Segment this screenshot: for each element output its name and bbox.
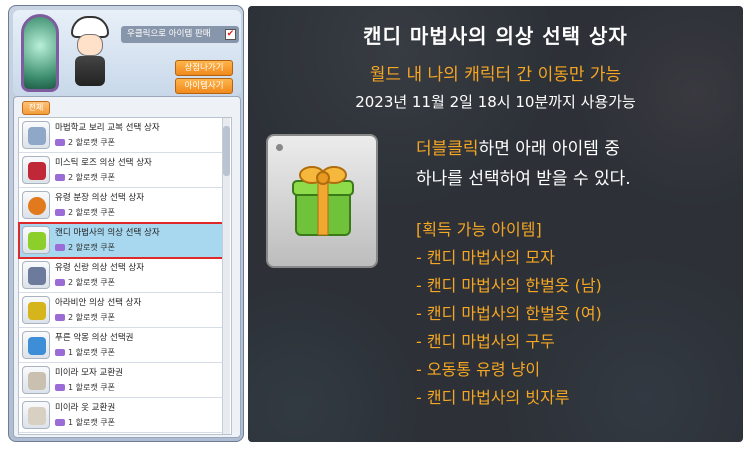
tooltip-title: 캔디 마법사의 의상 선택 상자 xyxy=(363,24,628,48)
item-tooltip: 캔디 마법사의 의상 선택 상자 월드 내 나의 캐릭터 간 이동만 가능 20… xyxy=(248,6,743,442)
coupon-icon xyxy=(55,279,65,286)
coupon-icon xyxy=(55,174,65,181)
ticket-icon xyxy=(22,331,50,359)
list-item[interactable]: 푸른 악몽 의상 선택권 1 할로캣 쿠폰 xyxy=(19,328,223,363)
coupon-icon xyxy=(55,244,65,251)
coupon-icon xyxy=(55,419,65,426)
tooltip-list-item: - 오동통 유령 냥이 xyxy=(416,360,541,379)
list-item[interactable]: 유령 신랑 의상 선택 상자 2 할로캣 쿠폰 xyxy=(19,258,223,293)
gift-box-icon xyxy=(22,226,50,254)
item-price: 1 할로캣 쿠폰 xyxy=(55,417,115,428)
list-item[interactable]: 유령 분장 의상 선택 상자 2 할로캣 쿠폰 xyxy=(19,188,223,223)
tooltip-expiry: 2023년 11월 2일 18시 10분까지 사용가능 xyxy=(355,93,636,111)
right-click-sell-checkbox[interactable]: ✔ xyxy=(225,29,236,40)
gift-box-icon xyxy=(292,166,354,236)
box-icon xyxy=(22,156,50,184)
tooltip-list-item: - 캔디 마법사의 모자 xyxy=(416,248,555,267)
list-item[interactable]: 아라비안 의상 선택 상자 2 할로캣 쿠폰 xyxy=(19,293,223,328)
shop-window: 우클릭으로 아이템 판매 ✔ 상점나가기 아이템사기 전체 마법학교 보리 교복… xyxy=(8,5,244,442)
ticket-icon xyxy=(22,366,50,394)
tooltip-trade-restriction: 월드 내 나의 캐릭터 간 이동만 가능 xyxy=(369,65,622,85)
item-name: 아라비안 의상 선택 상자 xyxy=(55,298,142,308)
item-name: 미이라 옷 교환권 xyxy=(55,403,116,413)
right-click-sell-option[interactable]: 우클릭으로 아이템 판매 ✔ xyxy=(121,26,239,43)
item-name: 미스틱 로즈 의상 선택 상자 xyxy=(55,158,152,168)
item-name: 미이라 모자 교환권 xyxy=(55,368,123,378)
tooltip-list-item: - 캔디 마법사의 빗자루 xyxy=(416,388,570,407)
item-price: 2 할로캣 쿠폰 xyxy=(55,277,115,288)
scroll-thumb[interactable] xyxy=(223,126,230,176)
tooltip-desc-line2: 하나를 선택하여 받을 수 있다. xyxy=(416,169,631,189)
box-icon xyxy=(22,261,50,289)
tooltip-list-item: - 캔디 마법사의 한벌옷 (여) xyxy=(416,304,602,323)
list-item[interactable]: 미이라 모자 교환권 1 할로캣 쿠폰 xyxy=(19,363,223,398)
character-preview: 우클릭으로 아이템 판매 ✔ 상점나가기 아이템사기 xyxy=(13,10,241,96)
coupon-icon xyxy=(55,349,65,356)
ticket-icon xyxy=(22,401,50,429)
tooltip-list-item: - 캔디 마법사의 한벌옷 (남) xyxy=(416,276,602,295)
list-item[interactable]: 미이라 옷 교환권 1 할로캣 쿠폰 xyxy=(19,398,223,433)
shop-item-list: 마법학교 보리 교복 선택 상자 2 할로캣 쿠폰 미스틱 로즈 의상 선택 상… xyxy=(18,117,232,435)
item-name: 푸른 악몽 의상 선택권 xyxy=(55,333,134,343)
item-name: 마법학교 보리 교복 선택 상자 xyxy=(55,123,160,133)
avatar xyxy=(67,16,113,88)
item-price: 2 할로캣 쿠폰 xyxy=(55,312,115,323)
shop-item-panel: 전체 마법학교 보리 교복 선택 상자 2 할로캣 쿠폰 미스틱 로즈 의상 선… xyxy=(13,96,241,438)
list-item[interactable]: 마법학교 보리 교복 선택 상자 2 할로캣 쿠폰 xyxy=(19,118,223,153)
list-item-selected[interactable]: 캔디 마법사의 의상 선택 상자 2 할로캣 쿠폰 xyxy=(18,222,224,259)
coupon-icon xyxy=(55,209,65,216)
item-price: 1 할로캣 쿠폰 xyxy=(55,382,115,393)
tooltip-item-icon xyxy=(266,134,378,268)
tooltip-list-item: - 캔디 마법사의 구두 xyxy=(416,332,555,351)
item-name: 유령 분장 의상 선택 상자 xyxy=(55,193,145,203)
tab-all[interactable]: 전체 xyxy=(22,101,50,115)
exit-shop-button[interactable]: 상점나가기 xyxy=(175,60,233,76)
box-icon xyxy=(22,121,50,149)
item-price: 2 할로캣 쿠폰 xyxy=(55,172,115,183)
item-name: 캔디 마법사의 의상 선택 상자 xyxy=(55,228,160,238)
item-tooltip-area: 캔디 마법사의 의상 선택 상자 월드 내 나의 캐릭터 간 이동만 가능 20… xyxy=(248,6,743,442)
coupon-icon xyxy=(55,314,65,321)
tooltip-list-header: [획득 가능 아이템] xyxy=(416,220,542,239)
item-name: 유령 신랑 의상 선택 상자 xyxy=(55,263,145,273)
coupon-icon xyxy=(55,139,65,146)
box-icon xyxy=(22,296,50,324)
list-scrollbar[interactable] xyxy=(222,118,230,434)
box-icon xyxy=(22,191,50,219)
item-price: 2 할로캣 쿠폰 xyxy=(55,242,115,253)
tooltip-desc-line1: 더블클릭하면 아래 아이템 중 xyxy=(416,139,620,159)
mirror-icon xyxy=(21,14,59,92)
coupon-icon xyxy=(55,384,65,391)
item-price: 1 할로캣 쿠폰 xyxy=(55,347,115,358)
item-price: 2 할로캣 쿠폰 xyxy=(55,137,115,148)
item-price: 2 할로캣 쿠폰 xyxy=(55,207,115,218)
right-click-sell-label: 우클릭으로 아이템 판매 xyxy=(127,29,211,39)
list-item[interactable]: 미스틱 로즈 의상 선택 상자 2 할로캣 쿠폰 xyxy=(19,153,223,188)
buy-item-button[interactable]: 아이템사기 xyxy=(175,78,233,94)
